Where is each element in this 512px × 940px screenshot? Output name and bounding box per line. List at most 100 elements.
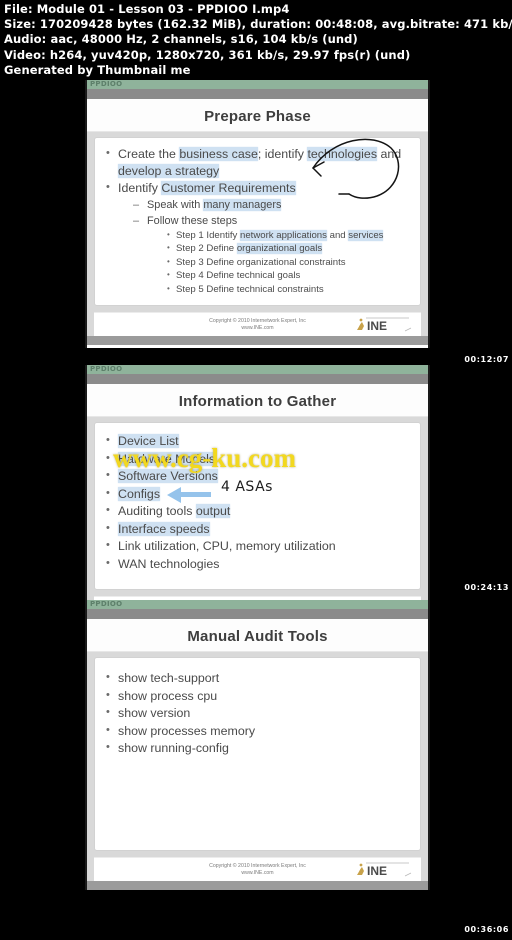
plain-text: show process cpu <box>118 688 218 703</box>
file-info-line-generator: Generated by Thumbnail me <box>4 62 191 77</box>
timestamp-slide-3: 00:36:06 <box>464 925 509 934</box>
bullet-list-1: Create the business case; identify techn… <box>103 145 414 297</box>
plain-text: Step 3 Define organizational constraints <box>176 256 346 268</box>
bullet-item: Interface speeds <box>103 520 414 538</box>
highlighted-text: Customer Requirements <box>161 181 296 195</box>
website-line-3: www.INE.com <box>241 869 274 876</box>
file-info-block: File: Module 01 - Lesson 03 - PPDIOO I.m… <box>0 0 512 80</box>
slide-title-3: Manual Audit Tools <box>187 628 328 645</box>
plain-text: Follow these steps <box>147 214 238 227</box>
slide-title-band-2: Information to Gather <box>87 384 428 417</box>
slide-body-wrap-3: show tech-support show process cpu show ve… <box>87 652 428 855</box>
bullet-item: Auditing tools output <box>103 502 414 520</box>
timestamp-slide-2: 00:24:13 <box>464 583 509 592</box>
thumbnail-slide-1[interactable]: PPDIOO Prepare Phase Create the business… <box>85 80 430 348</box>
bullet-subsublist: Step 1 Identify network applications and… <box>147 228 414 297</box>
file-info-line-video: Video: h264, yuv420p, 1280x720, 361 kb/s… <box>4 47 411 62</box>
thumbnail-grid: PPDIOO Prepare Phase Create the business… <box>0 80 512 940</box>
plain-text: Identify <box>118 181 162 195</box>
plain-text: Step 1 Identify <box>176 229 240 241</box>
plain-text: and <box>326 229 349 241</box>
slide-body-1: Create the business case; identify techn… <box>94 137 421 307</box>
bullet-item: Follow these stepsStep 1 Identify networ… <box>133 214 414 297</box>
bullet-item: Step 2 Define organizational goals <box>165 241 414 256</box>
website-line-1: www.INE.com <box>241 324 274 331</box>
svg-text:INE: INE <box>367 864 387 878</box>
highlighted-text: output <box>195 504 231 518</box>
plain-text: WAN technologies <box>118 556 220 571</box>
slide-frame-3: PPDIOO Manual Audit Tools show tech-supp… <box>85 600 430 890</box>
bullet-sublist: Speak with many managersFollow these ste… <box>118 198 414 297</box>
highlighted-text: organizational goals <box>236 243 323 255</box>
bullet-item: Speak with many managers <box>133 198 414 213</box>
slide-ribbon-1: PPDIOO <box>87 80 428 89</box>
slide-frame-2: PPDIOO Information to Gather Device List… <box>85 365 430 633</box>
bullet-item: show version <box>103 704 414 722</box>
bullet-item: Step 5 Define technical constraints <box>165 282 414 297</box>
thumbnail-slide-2[interactable]: PPDIOO Information to Gather Device List… <box>85 365 430 633</box>
timestamp-slide-1: 00:12:07 <box>464 355 509 364</box>
file-info-line-size: Size: 170209428 bytes (162.32 MiB), dura… <box>4 17 512 32</box>
plain-text: Step 2 Define <box>176 243 237 255</box>
slide-footer-wrap-3: Copyright © 2010 Internetwork Expert, In… <box>87 855 428 881</box>
plain-text: Auditing tools <box>118 504 196 518</box>
slide-graybar-3 <box>87 609 428 619</box>
slide-footer-1: Copyright © 2010 Internetwork Expert, In… <box>94 312 421 337</box>
highlighted-text: network applications <box>240 229 327 241</box>
bullet-item: show process cpu <box>103 687 414 705</box>
slide-title-band-3: Manual Audit Tools <box>87 619 428 652</box>
slide-bottombar-3 <box>87 881 428 890</box>
slide-ribbon-3: PPDIOO <box>87 600 428 609</box>
bullet-item: Step 3 Define organizational constraints <box>165 255 414 270</box>
file-info-line-audio: Audio: aac, 48000 Hz, 2 channels, s16, 1… <box>4 32 358 47</box>
copyright-text-1: Copyright © 2010 Internetwork Expert, In… <box>209 318 306 332</box>
ribbon-label-1: PPDIOO <box>90 80 123 88</box>
ine-logo-icon: INE <box>357 318 412 333</box>
slide-frame-1: PPDIOO Prepare Phase Create the business… <box>85 80 430 348</box>
slide-graybar-2 <box>87 374 428 384</box>
copyright-line-1: Copyright © 2010 Internetwork Expert, In… <box>209 317 306 324</box>
slide-footer-wrap-1: Copyright © 2010 Internetwork Expert, In… <box>87 310 428 337</box>
bullet-item: show tech-support <box>103 669 414 687</box>
plain-text: Step 4 Define technical goals <box>176 270 301 282</box>
bullet-item: WAN technologies <box>103 555 414 573</box>
slide-bottombar-1 <box>87 336 428 346</box>
ribbon-label-3: PPDIOO <box>90 600 123 608</box>
bullet-item: Step 4 Define technical goals <box>165 268 414 283</box>
bullet-item: Identify Customer Requirements Speak with… <box>103 179 414 297</box>
file-info-line-file: File: Module 01 - Lesson 03 - PPDIOO I.m… <box>4 2 290 16</box>
svg-text:INE: INE <box>367 319 387 333</box>
highlighted-text: many managers <box>203 198 282 211</box>
bullet-item: Link utilization, CPU, memory utilizatio… <box>103 537 414 555</box>
copyright-line-3: Copyright © 2010 Internetwork Expert, In… <box>209 862 306 869</box>
highlighted-text: services <box>348 229 384 241</box>
ribbon-label-2: PPDIOO <box>90 365 123 373</box>
slide-footer-3: Copyright © 2010 Internetwork Expert, In… <box>94 857 421 881</box>
plain-text: and <box>377 147 402 161</box>
plain-text: show version <box>118 706 191 720</box>
plain-text: Speak with <box>147 198 204 211</box>
bullet-item: show processes memory <box>103 722 414 740</box>
slide-body-wrap-1: Create the business case; identify techn… <box>87 132 428 311</box>
slide-body-3: show tech-support show process cpu show ve… <box>94 657 421 851</box>
bullet-item: Configs <box>103 485 414 503</box>
ine-logo-icon: INE <box>357 862 412 878</box>
plain-text: Link utilization, CPU, memory utilizatio… <box>118 539 336 553</box>
highlighted-text: Configs <box>118 486 161 501</box>
thumbnail-slide-3[interactable]: PPDIOO Manual Audit Tools show tech-supp… <box>85 600 430 890</box>
bullet-item: Step 1 Identify network applications and… <box>165 228 414 243</box>
slide-ribbon-2: PPDIOO <box>87 365 428 374</box>
bullet-list-3: show tech-support show process cpu show ve… <box>103 669 414 757</box>
bullet-item: Create the business case; identify techn… <box>103 145 414 179</box>
highlighted-text: develop a strategy <box>118 163 220 178</box>
plain-text: Create the <box>118 147 180 161</box>
bullet-item: show running-config <box>103 739 414 757</box>
slide-title-1: Prepare Phase <box>204 108 311 125</box>
highlighted-text: technologies <box>307 147 378 161</box>
highlighted-text: business case <box>179 147 258 161</box>
highlighted-text: Interface speeds <box>118 521 210 536</box>
watermark-text: www.cg-ku.com <box>113 443 296 473</box>
slide-title-2: Information to Gather <box>178 393 337 410</box>
plain-text: Step 5 Define technical constraints <box>176 283 324 295</box>
slide-title-band-1: Prepare Phase <box>87 99 428 132</box>
